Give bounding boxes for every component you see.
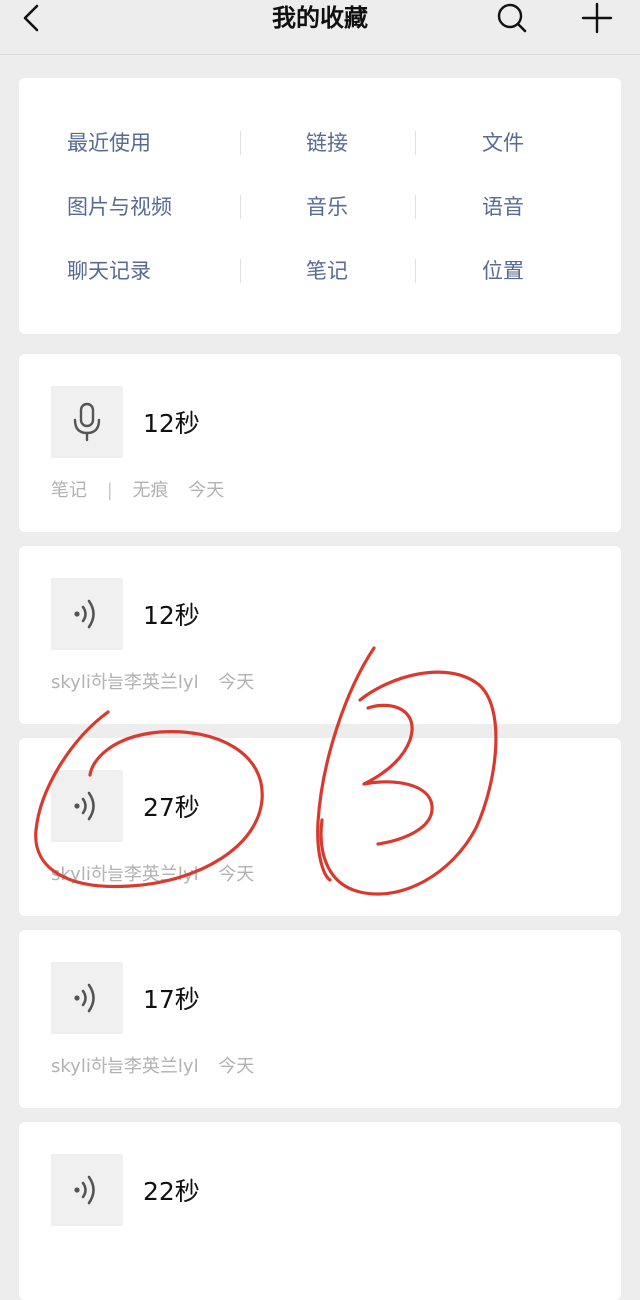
item-meta: 笔记 | 无痕 今天: [51, 476, 238, 502]
category-chat-history[interactable]: 聊天记录: [67, 251, 151, 291]
favorite-item[interactable]: 12秒 笔记 | 无痕 今天: [19, 354, 621, 532]
page-title: 我的收藏: [272, 4, 368, 32]
item-thumbnail: [51, 1154, 123, 1226]
category-row: 最近使用 链接 文件: [19, 123, 621, 163]
category-notes[interactable]: 笔记: [239, 251, 415, 291]
item-source: 笔记: [51, 480, 87, 501]
voice-waves-icon: [74, 599, 95, 629]
item-meta: skyli하늘李英兰lyl 今天: [51, 668, 268, 694]
item-subsource: 无痕: [132, 480, 169, 501]
plus-icon: [581, 2, 613, 34]
favorite-item[interactable]: 22秒: [19, 1122, 621, 1300]
voice-waves-icon: [74, 791, 95, 821]
meta-separator: |: [106, 480, 113, 501]
item-time: 今天: [218, 672, 255, 693]
category-panel: 最近使用 链接 文件 图片与视频 音乐 语音 聊天记录 笔记 位置: [19, 78, 621, 334]
item-thumbnail: [51, 386, 123, 458]
category-music[interactable]: 音乐: [239, 187, 415, 227]
voice-waves-icon: [74, 983, 95, 1013]
favorite-item[interactable]: 27秒 skyli하늘李英兰lyl 今天: [19, 738, 621, 916]
search-button[interactable]: [490, 0, 534, 36]
item-time: 今天: [218, 1056, 255, 1077]
item-duration: 12秒: [143, 601, 200, 630]
favorite-item[interactable]: 17秒 skyli하늘李英兰lyl 今天: [19, 930, 621, 1108]
item-duration: 22秒: [143, 1177, 200, 1206]
voice-waves-icon: [74, 1175, 95, 1205]
item-meta: skyli하늘李英兰lyl 今天: [51, 860, 268, 886]
nav-bar: 我的收藏: [0, 0, 640, 55]
item-time: 今天: [188, 480, 225, 501]
item-source: skyli하늘李英兰lyl: [51, 1056, 199, 1077]
category-links[interactable]: 链接: [239, 123, 415, 163]
category-images-videos[interactable]: 图片与视频: [67, 187, 172, 227]
search-icon: [497, 3, 527, 33]
category-location[interactable]: 位置: [415, 251, 591, 291]
item-source: skyli하늘李英兰lyl: [51, 864, 199, 885]
item-duration: 17秒: [143, 985, 200, 1014]
item-thumbnail: [51, 578, 123, 650]
microphone-icon: [73, 402, 101, 442]
category-files[interactable]: 文件: [415, 123, 591, 163]
add-button[interactable]: [575, 0, 619, 36]
item-meta: skyli하늘李英兰lyl 今天: [51, 1052, 268, 1078]
item-time: 今天: [218, 864, 255, 885]
favorite-item[interactable]: 12秒 skyli하늘李英兰lyl 今天: [19, 546, 621, 724]
category-recent[interactable]: 最近使用: [67, 123, 151, 163]
item-duration: 27秒: [143, 793, 200, 822]
item-source: skyli하늘李英兰lyl: [51, 672, 199, 693]
category-row: 图片与视频 音乐 语音: [19, 187, 621, 227]
item-duration: 12秒: [143, 409, 200, 438]
item-thumbnail: [51, 962, 123, 1034]
item-thumbnail: [51, 770, 123, 842]
category-row: 聊天记录 笔记 位置: [19, 251, 621, 291]
category-voice[interactable]: 语音: [415, 187, 591, 227]
